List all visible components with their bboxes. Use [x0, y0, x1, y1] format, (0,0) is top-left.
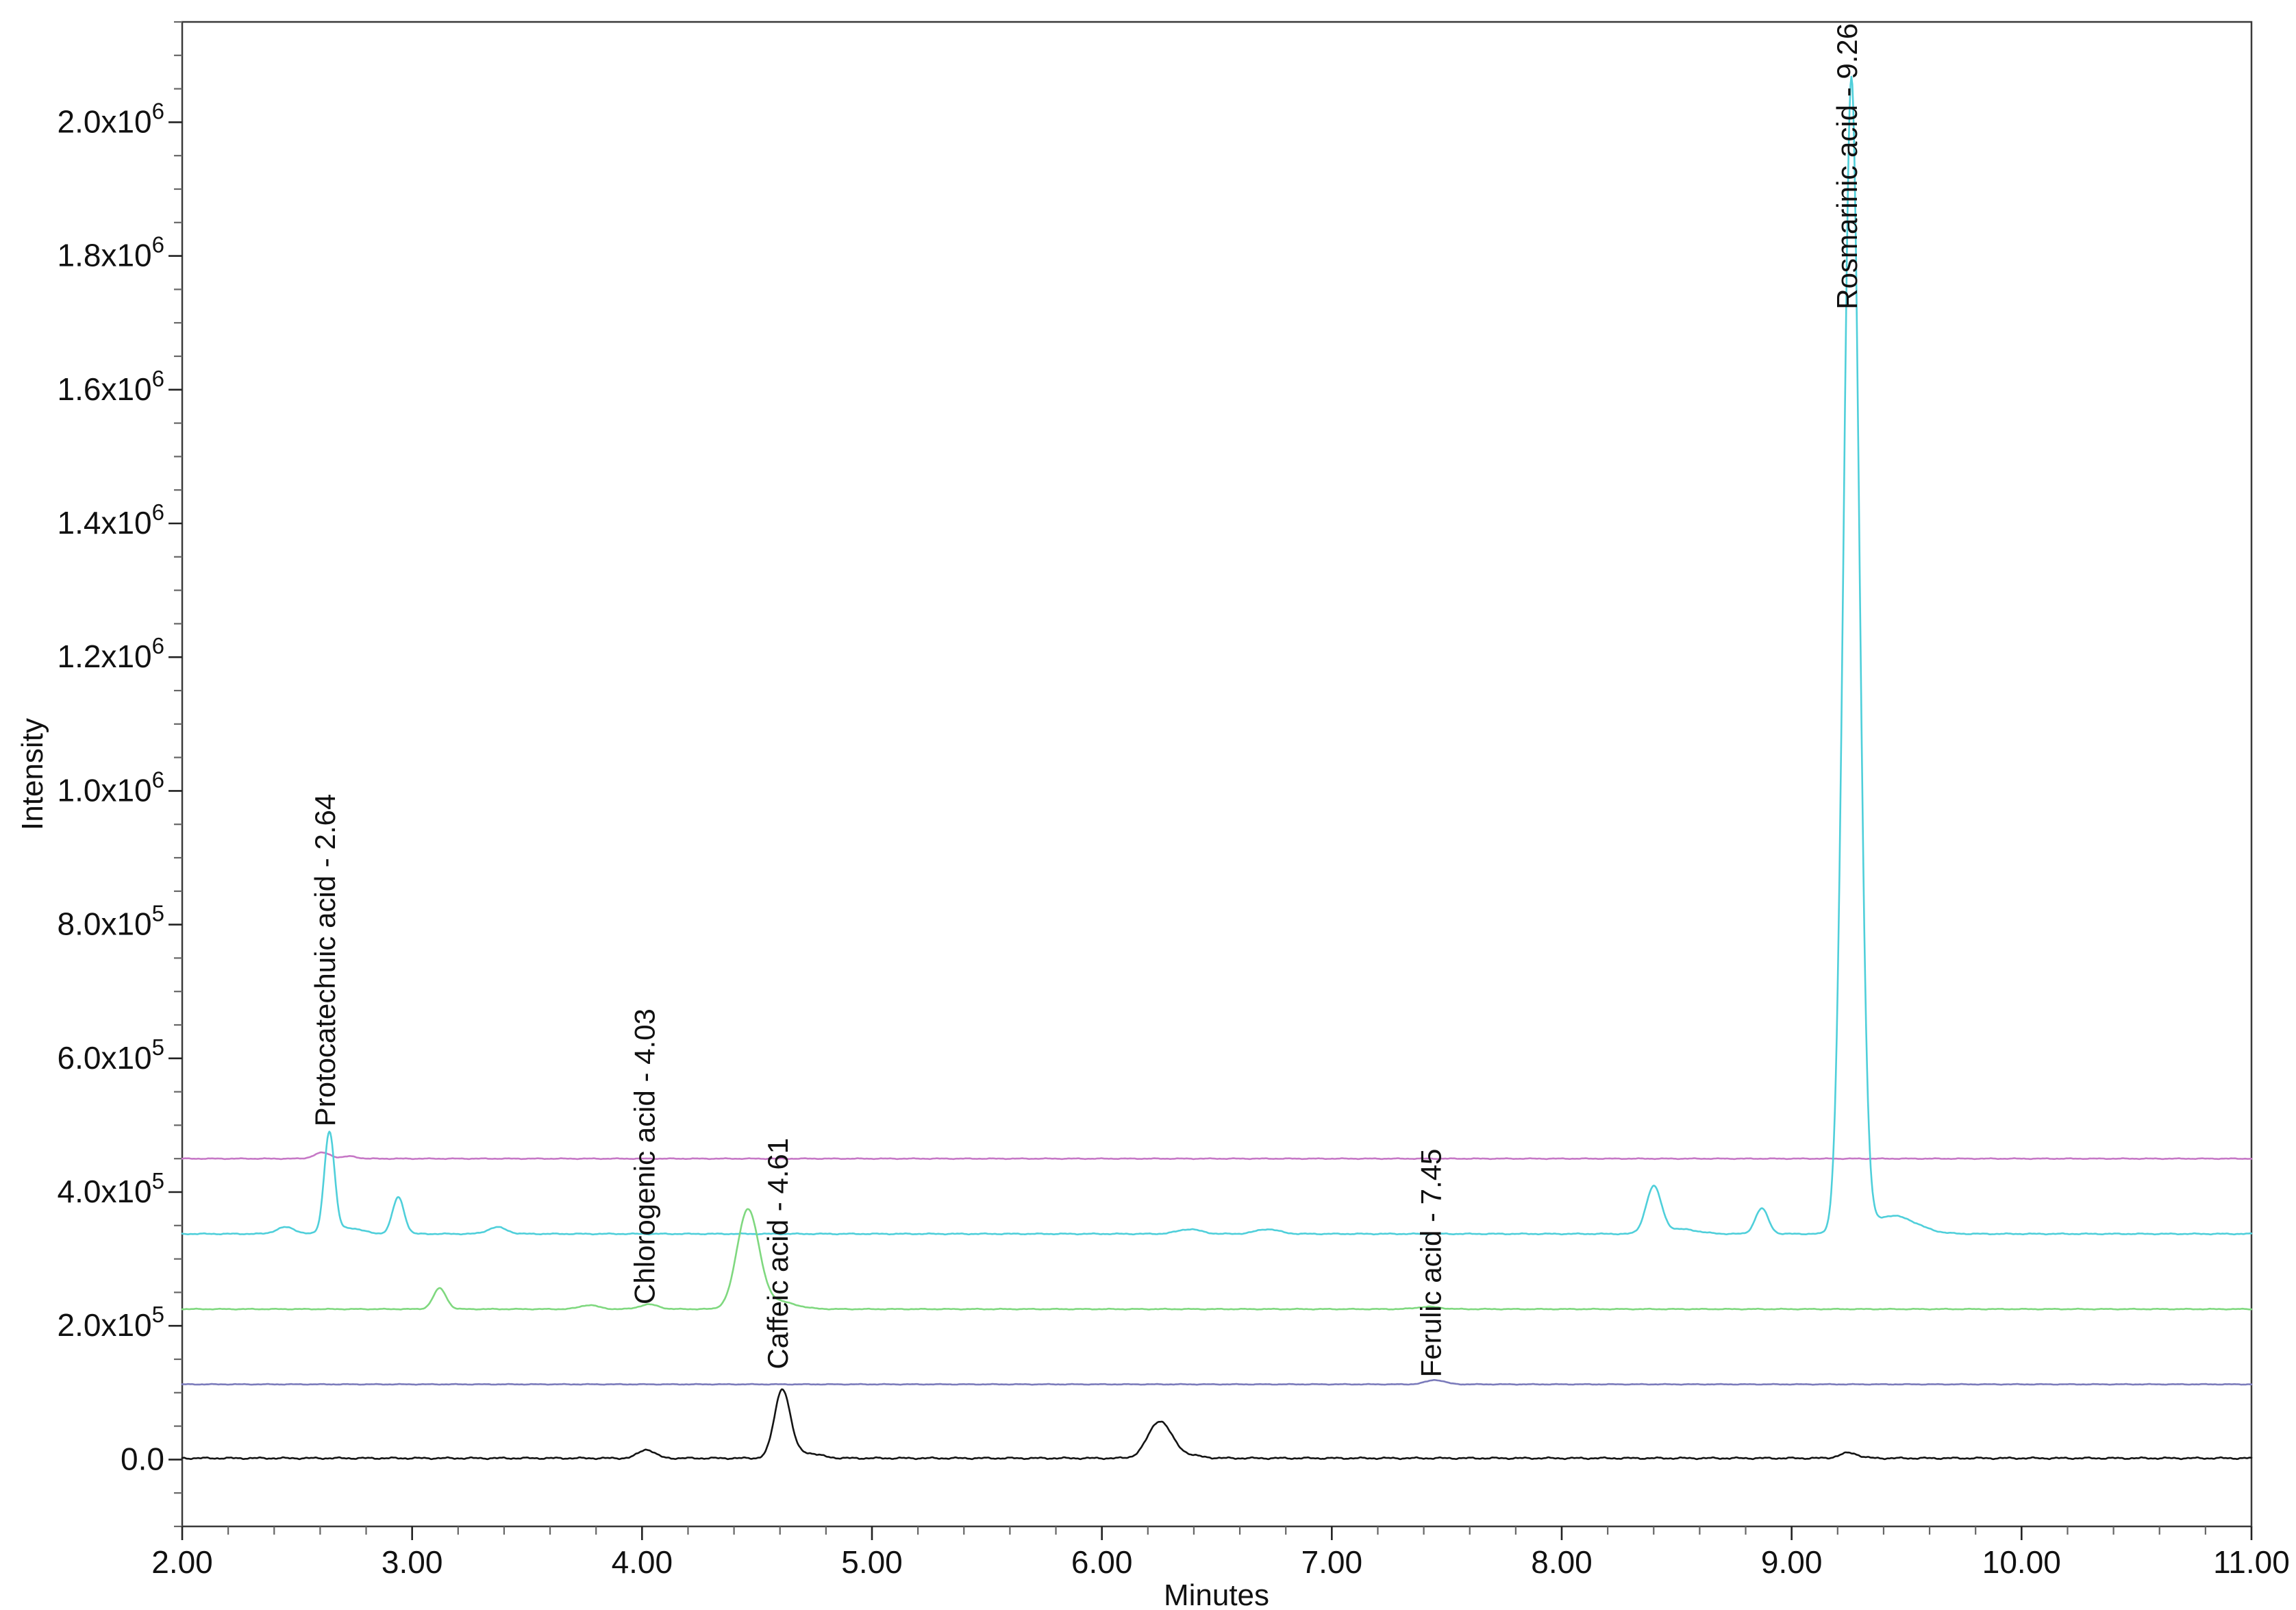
- peak-label: Protocatechuic acid - 2.64: [309, 794, 341, 1127]
- y-tick-label: 1.4x106: [58, 499, 164, 541]
- y-tick-label: 8.0x105: [58, 901, 164, 942]
- chromatogram-figure: 0.0 2.0x105 4.0x105 6.0x105 8.0x105 1.0x106 1.…: [0, 0, 2296, 1610]
- y-axis-tick-labels: 0.0 2.0x105 4.0x105 6.0x105 8.0x105 1.0x106 1.…: [58, 98, 164, 1476]
- trace-cyan: [182, 77, 2251, 1235]
- x-axis-tick-labels: 2.00 3.00 4.00 5.00 6.00 7.00 8.00 9.00 10.00 11.…: [151, 1544, 2290, 1580]
- trace-black: [182, 1389, 2251, 1459]
- x-axis-minor-ticks: [228, 1526, 2206, 1535]
- y-tick-label: 6.0x105: [58, 1035, 164, 1076]
- x-tick-label: 11.00: [2213, 1544, 2290, 1580]
- x-tick-label: 2.00: [151, 1544, 213, 1580]
- x-tick-label: 6.00: [1071, 1544, 1133, 1580]
- y-tick-label: 2.0x106: [58, 98, 164, 139]
- x-tick-label: 5.00: [841, 1544, 903, 1580]
- peak-label: Caffeic acid - 4.61: [762, 1138, 794, 1370]
- y-tick-label: 1.2x106: [58, 633, 164, 674]
- y-tick-label: 1.6x106: [58, 366, 164, 407]
- x-axis-major-ticks: [182, 1526, 2251, 1540]
- y-axis-title: Intensity: [16, 718, 49, 830]
- x-axis-title: Minutes: [1164, 1578, 1269, 1610]
- y-tick-label: 2.0x105: [58, 1302, 164, 1343]
- trace-blue: [182, 1380, 2251, 1385]
- chromatogram-plot: 0.0 2.0x105 4.0x105 6.0x105 8.0x105 1.0x106 1.…: [0, 0, 2296, 1610]
- y-axis-minor-ticks: [174, 22, 182, 1526]
- peak-label: Rosmarinic acid - 9.26: [1831, 23, 1863, 310]
- y-tick-label: 1.8x106: [58, 232, 164, 273]
- x-tick-label: 8.00: [1531, 1544, 1593, 1580]
- y-tick-label: 4.0x105: [58, 1168, 164, 1209]
- peak-label: Chlorogenic acid - 4.03: [628, 1008, 660, 1304]
- x-tick-label: 3.00: [382, 1544, 443, 1580]
- chromatogram-traces: [182, 77, 2251, 1459]
- x-tick-label: 9.00: [1761, 1544, 1823, 1580]
- plot-border: [182, 22, 2251, 1526]
- x-tick-label: 10.00: [1982, 1544, 2061, 1580]
- trace-magenta: [182, 1152, 2251, 1159]
- y-tick-label: 0.0: [121, 1441, 164, 1476]
- trace-green: [182, 1209, 2251, 1310]
- peak-label: Ferulic acid - 7.45: [1414, 1149, 1447, 1378]
- x-tick-label: 7.00: [1301, 1544, 1363, 1580]
- x-tick-label: 4.00: [612, 1544, 673, 1580]
- peak-labels: Protocatechuic acid - 2.64 Chlorogenic ac…: [309, 23, 1863, 1378]
- y-tick-label: 1.0x106: [58, 767, 164, 808]
